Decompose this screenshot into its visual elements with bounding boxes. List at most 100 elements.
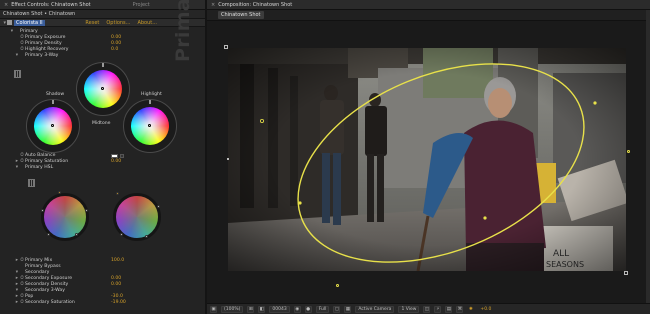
mask-handle[interactable] [593, 101, 597, 105]
tab-label: Composition: Chinatown Shot [218, 1, 293, 8]
hsl-handle[interactable] [120, 233, 123, 236]
param-value[interactable]: -19.00 [111, 300, 126, 305]
view-layout-dropdown[interactable]: 1 View [398, 305, 420, 313]
param-value[interactable]: 0.00 [111, 159, 121, 164]
shadow-label: Shadow [46, 92, 65, 97]
param-label: Secondary Saturation [25, 299, 75, 305]
hsl-handle[interactable] [157, 205, 160, 208]
param-label: Primary Exposure [25, 34, 66, 40]
composition-panel: × Composition: Chinatown Shot Chinatown … [207, 0, 650, 314]
frame-edge-handle[interactable] [227, 158, 229, 160]
param-label: Secondary [25, 269, 50, 275]
twirl-icon[interactable]: ▸ [12, 282, 19, 287]
highlight-ring-tick[interactable] [149, 100, 151, 104]
param-label: Primary HSL [25, 164, 54, 170]
mask-handle[interactable] [627, 150, 630, 153]
mask-handle[interactable] [483, 216, 487, 220]
close-icon[interactable]: × [4, 2, 8, 8]
twirl-icon[interactable]: ▾ [12, 165, 19, 170]
toggle-pixel-aspect-icon[interactable]: ◫ [423, 305, 431, 313]
after-effects-window: × Effect Controls: Chinatown Shot Projec… [0, 0, 650, 314]
timeline-icon[interactable]: ▤ [445, 305, 453, 313]
param-row[interactable]: ▾ Primary HSL [0, 164, 205, 170]
snapshot-icon[interactable]: ◉ [293, 305, 301, 313]
frame-corner-handle[interactable] [624, 271, 628, 275]
composition-viewer[interactable]: ALL SEASONS [228, 48, 626, 271]
comp-tab-chinatown[interactable]: Chinatown Shot [218, 11, 264, 19]
twirl-icon[interactable]: ▾ [12, 270, 19, 275]
fast-preview-icon[interactable]: ⚡ [434, 305, 442, 313]
tab-composition[interactable]: × Composition: Chinatown Shot [207, 0, 296, 10]
shadow-wheel-handle[interactable] [51, 124, 54, 127]
hsl-handle[interactable] [47, 233, 50, 236]
twirl-icon[interactable]: ▾ [12, 288, 19, 293]
param-label: Primary Mix [25, 257, 53, 263]
frame-corner-handle[interactable] [224, 45, 228, 49]
hsl-handle[interactable] [41, 209, 44, 212]
grid-icon[interactable] [28, 179, 35, 187]
hsl-handle[interactable] [75, 233, 78, 236]
param-label: Primary Density [25, 40, 62, 46]
midtone-ring-tick[interactable] [102, 63, 104, 67]
always-preview-icon[interactable]: ▣ [210, 305, 217, 313]
hsl-handle[interactable] [116, 192, 119, 195]
twirl-icon[interactable]: ▾ [12, 53, 19, 58]
tab-label: Effect Controls: Chinatown Shot [11, 1, 91, 8]
hsl-handle[interactable] [58, 191, 61, 194]
mask-handle[interactable] [336, 284, 339, 287]
twirl-icon[interactable]: ▸ [12, 294, 19, 299]
tab-project[interactable]: Project [129, 0, 154, 10]
camera-dropdown[interactable]: Active Camera [355, 305, 395, 313]
mask-handle[interactable] [298, 201, 302, 205]
param-label: Primary Bypass [25, 263, 61, 269]
midtone-label: Midtone [92, 121, 111, 126]
twirl-icon[interactable]: ▸ [12, 300, 19, 305]
mask-visibility-icon[interactable]: ◧ [258, 305, 266, 313]
param-label: Highlight Recovery [25, 46, 69, 52]
effect-name[interactable]: Colorista II [14, 19, 45, 26]
param-label: Primary Saturation [25, 158, 69, 164]
grid-icon[interactable] [14, 70, 21, 78]
shadow-ring-tick[interactable] [52, 100, 54, 104]
twirl-icon[interactable]: ▸ [12, 159, 19, 164]
twirl-icon[interactable]: ▸ [12, 276, 19, 281]
param-value[interactable]: -30.0 [111, 294, 123, 299]
safe-zones-icon[interactable]: ⊞ [247, 305, 255, 313]
options-link[interactable]: Options... [106, 20, 130, 26]
hsl-handle[interactable] [85, 209, 88, 212]
tab-label: Project [132, 1, 150, 8]
param-label: Primary [20, 28, 38, 34]
param-row[interactable]: ▸ ⏱ Secondary Saturation -19.00 [0, 299, 205, 306]
param-value[interactable]: 0.00 [111, 35, 121, 40]
transparency-grid-icon[interactable]: ▦ [344, 305, 352, 313]
timecode[interactable]: 00043 [269, 305, 290, 313]
twirl-icon[interactable]: ▾ [7, 29, 14, 34]
region-of-interest-icon[interactable]: ▢ [333, 305, 341, 313]
tab-effect-controls[interactable]: × Effect Controls: Chinatown Shot [0, 0, 95, 10]
twirl-icon[interactable]: ▸ [12, 258, 19, 263]
effect-controls-panel: × Effect Controls: Chinatown Shot Projec… [0, 0, 207, 314]
param-value[interactable]: 0.00 [111, 276, 121, 281]
close-icon[interactable]: × [211, 2, 215, 8]
show-channel-icon[interactable]: ● [304, 305, 312, 313]
viewer-footer-bar: ▣ (100%) ⊞ ◧ 00043 ◉ ● Full ▢ ▦ Active C… [207, 303, 650, 314]
flowchart-icon[interactable]: ⌘ [456, 305, 464, 313]
primary-watermark: Primary [172, 0, 194, 62]
zoom-dropdown[interactable]: (100%) [221, 305, 244, 313]
about-link[interactable]: About... [137, 20, 157, 26]
resolution-dropdown[interactable]: Full [315, 305, 330, 313]
fx-toggle-icon[interactable] [7, 20, 12, 25]
exposure-icon[interactable]: ✺ [467, 306, 474, 313]
midtone-wheel-handle[interactable] [101, 87, 104, 90]
highlight-wheel-handle[interactable] [148, 124, 151, 127]
vertical-scrollbar[interactable] [646, 10, 650, 303]
param-label: Secondary 3-Way [25, 287, 65, 293]
reset-link[interactable]: Reset [85, 20, 99, 26]
hsl-handle[interactable] [145, 235, 148, 238]
param-value[interactable]: 100.0 [111, 258, 124, 263]
param-value[interactable]: 0.00 [111, 282, 121, 287]
param-value[interactable]: 0.00 [111, 41, 121, 46]
param-label: Auto Balance [25, 152, 56, 158]
exposure-value[interactable]: +0.0 [478, 306, 493, 313]
param-value[interactable]: 0.0 [111, 47, 118, 52]
